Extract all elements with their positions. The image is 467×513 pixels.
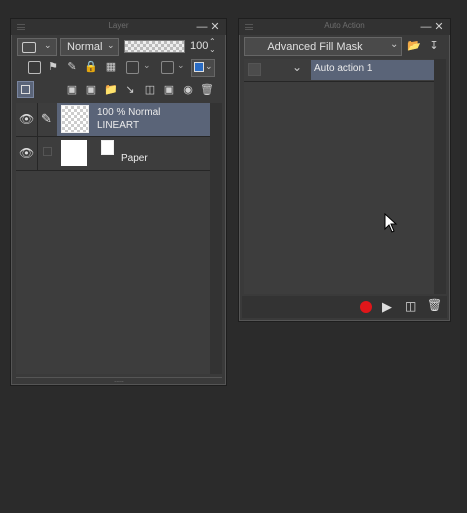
edit-target-toggle[interactable]: ✎ — [37, 103, 57, 136]
transfer-down-icon[interactable]: ↘ — [123, 83, 137, 97]
trash-icon[interactable]: 🗑 — [200, 83, 214, 97]
import-icon[interactable]: ↧ — [427, 39, 441, 53]
new-folder-icon[interactable]: 📁 — [104, 83, 118, 97]
auto-action-panel: Auto Action — ✕ Advanced Fill Mask ⌄ 📂 ↧… — [238, 18, 451, 322]
record-icon[interactable] — [360, 301, 372, 313]
action-set-dropdown[interactable]: Advanced Fill Mask ⌄ — [244, 37, 402, 56]
blend-mode-dropdown[interactable]: Normal ⌄ — [60, 38, 119, 56]
layer-mask-icon[interactable]: ▣ — [162, 83, 176, 97]
panel-resize-grip[interactable]: ..... — [16, 377, 222, 384]
action-scrollbar[interactable] — [434, 59, 446, 294]
edit-target-toggle[interactable] — [37, 137, 57, 170]
opacity-slider[interactable] — [124, 40, 185, 53]
layer-scrollbar[interactable] — [210, 103, 222, 374]
divider — [16, 170, 210, 171]
layer-opacity-mode: 100 % Normal — [97, 107, 161, 118]
blend-mode-value: Normal — [67, 41, 103, 53]
draft-layer-icon[interactable]: ✎ — [65, 60, 79, 74]
action-row[interactable]: ⌄ Auto action 1 — [244, 59, 434, 81]
chevron-down-icon: ⌄ — [107, 40, 115, 50]
blend-type-dropdown[interactable]: ⌄ — [17, 38, 57, 56]
eye-icon: 👁 — [19, 146, 35, 160]
lock-icon[interactable]: 🔒 — [84, 60, 98, 74]
action-set-name: Advanced Fill Mask — [267, 41, 363, 53]
layer-panel-titlebar[interactable]: Layer — ✕ — [11, 19, 226, 35]
action-list — [244, 59, 434, 294]
action-footer: ▶ ◫ 🗑 — [242, 296, 447, 318]
layer-color-swatch — [194, 62, 204, 72]
apply-mask-icon[interactable]: ◉ — [181, 83, 195, 97]
layer-name: Paper — [121, 153, 148, 164]
combine-down-icon[interactable]: ◫ — [143, 83, 157, 97]
play-icon[interactable]: ▶ — [382, 299, 392, 315]
visibility-toggle[interactable]: 👁 — [16, 137, 36, 170]
auto-action-titlebar[interactable]: Auto Action — ✕ — [239, 19, 450, 35]
action-set-folder-icon[interactable]: 📂 — [407, 39, 421, 53]
new-vector-layer-icon[interactable]: ▣ — [84, 83, 98, 97]
layer-name: LINEART — [97, 120, 140, 131]
chevron-down-icon: ⌄ — [205, 61, 213, 71]
mask-icon[interactable] — [126, 61, 139, 74]
eye-icon: 👁 — [19, 112, 35, 126]
layer-row[interactable]: 👁 ✎ 100 % Normal LINEART — [16, 103, 210, 136]
layer-list-toggle[interactable] — [17, 81, 34, 98]
chevron-down-icon: ⌄ — [143, 60, 151, 70]
close-icon[interactable]: ✕ — [209, 21, 221, 33]
opacity-stepper[interactable]: ⌃ ⌄ — [209, 38, 216, 54]
chevron-down-icon: ⌄ — [44, 40, 52, 50]
ruler-icon[interactable] — [161, 61, 174, 74]
chevron-down-icon: ⌄ — [177, 60, 185, 70]
action-checkbox[interactable] — [248, 63, 261, 76]
new-raster-layer-icon[interactable]: ▣ — [65, 83, 79, 97]
chevron-down-icon: ⌄ — [390, 39, 399, 50]
layer-panel: Layer — ✕ ⌄ Normal ⌄ 100 ⌃ ⌄ ⚑ ✎ 🔒 ▦ ⌄ ⌄ … — [10, 18, 227, 386]
paper-layer-icon — [101, 140, 114, 155]
chevron-down-icon[interactable]: ⌄ — [292, 60, 302, 74]
reference-layer-icon[interactable]: ⚑ — [46, 60, 60, 74]
layer-color-dropdown[interactable]: ⌄ — [191, 59, 215, 77]
auto-action-title: Auto Action — [324, 21, 365, 30]
opacity-value: 100 — [190, 40, 209, 52]
checkbox-icon — [43, 147, 52, 156]
mouse-cursor-icon — [384, 213, 398, 233]
lock-layer-icon[interactable] — [28, 61, 41, 74]
trash-icon[interactable]: 🗑 — [427, 298, 442, 312]
layer-thumbnail — [61, 140, 87, 166]
divider — [244, 81, 434, 82]
layer-type-icon — [22, 42, 36, 53]
pen-icon: ✎ — [41, 111, 52, 126]
lock-transparent-pixels-icon[interactable]: ▦ — [104, 60, 118, 74]
layer-thumbnail — [61, 105, 89, 133]
layer-row[interactable]: 👁 Paper — [16, 137, 210, 170]
layer-panel-title: Layer — [108, 21, 129, 30]
action-name: Auto action 1 — [314, 63, 373, 74]
close-icon[interactable]: ✕ — [433, 21, 445, 33]
minimize-icon[interactable]: — — [420, 21, 432, 33]
layers-icon — [21, 85, 30, 94]
add-action-icon[interactable]: ◫ — [405, 299, 416, 313]
minimize-icon[interactable]: — — [196, 21, 208, 33]
visibility-toggle[interactable]: 👁 — [16, 103, 36, 136]
